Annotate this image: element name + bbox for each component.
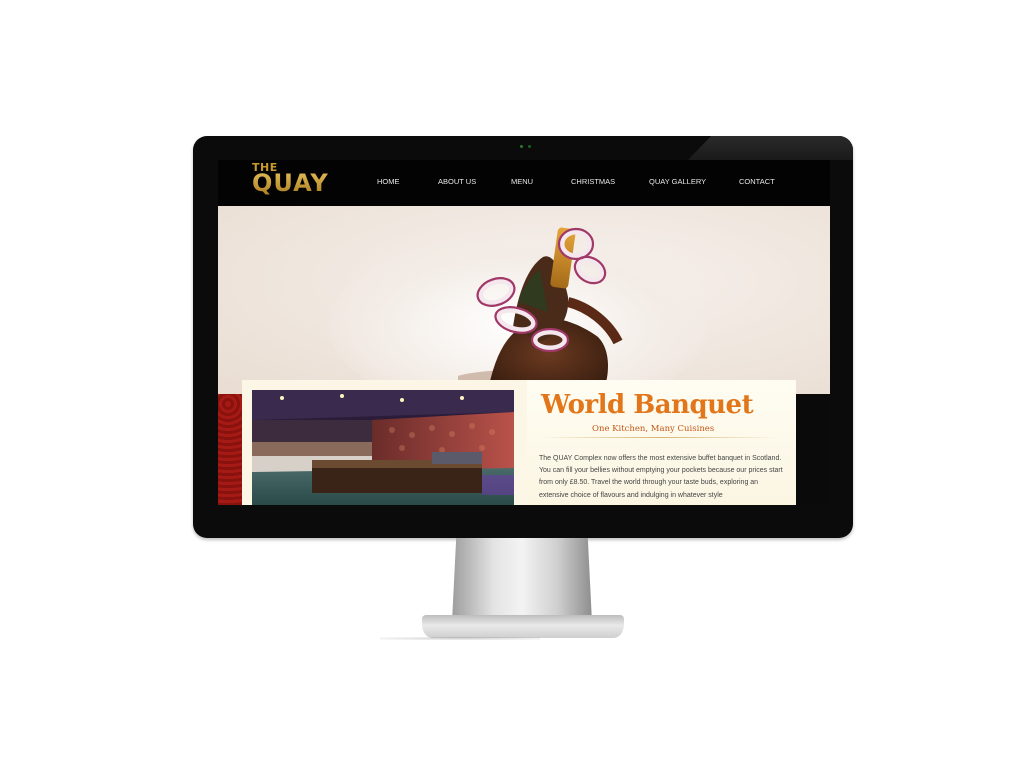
title-divider	[539, 437, 779, 438]
restaurant-photo[interactable]	[252, 390, 514, 505]
banquet-description: The QUAY Complex now offers the most ext…	[539, 455, 783, 499]
site-logo[interactable]: THE QUAY	[252, 161, 370, 197]
banquet-subtitle: One Kitchen, Many Cuisines	[592, 424, 715, 434]
food-dish-image	[458, 227, 623, 390]
camera-light-icon	[528, 145, 531, 148]
nav-contact[interactable]: CONTACT	[739, 177, 775, 186]
nav-menu[interactable]: MENU	[511, 177, 533, 186]
logo-quay-text: QUAY	[252, 169, 329, 197]
stand-shadow	[380, 637, 540, 640]
banquet-panel: World Banquet One Kitchen, Many Cuisines…	[242, 380, 796, 505]
nav-home[interactable]: HOME	[377, 177, 400, 186]
decorative-red-pattern	[218, 394, 242, 505]
nav-christmas[interactable]: CHRISTMAS	[571, 177, 615, 186]
monitor-stand-neck	[452, 538, 592, 622]
restaurant-interior-image	[252, 390, 514, 505]
banquet-title: World Banquet	[541, 390, 754, 420]
camera-icon	[520, 145, 523, 148]
content-section: World Banquet One Kitchen, Many Cuisines…	[218, 380, 830, 505]
banquet-intro: World Banquet One Kitchen, Many Cuisines…	[527, 380, 796, 505]
monitor-stand-base	[422, 615, 624, 638]
hero-banner	[218, 206, 830, 394]
site-header: THE QUAY HOME ABOUT US MENU CHRISTMAS QU…	[218, 160, 830, 206]
bezel-gloss	[688, 136, 853, 160]
nav-quay-gallery[interactable]: QUAY GALLERY	[649, 177, 706, 186]
nav-about-us[interactable]: ABOUT US	[438, 177, 476, 186]
website-screen: THE QUAY HOME ABOUT US MENU CHRISTMAS QU…	[218, 160, 830, 505]
